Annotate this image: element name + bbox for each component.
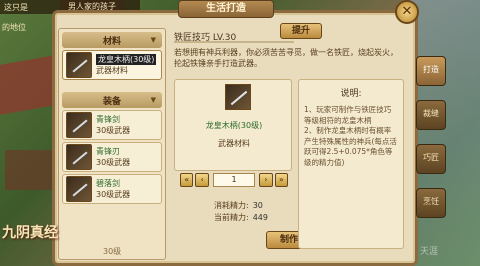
energy-current: 当前精力: 449 [214,212,268,223]
section-header-materials[interactable]: 材料 ▼ [62,32,162,48]
skill-divider [174,41,294,43]
item-level: 武器材料 [96,66,128,75]
tab-label: 烹饪 [423,197,439,206]
hud-left-text: 这只是 [4,3,28,12]
section-label: 材料 [102,36,121,47]
item-name: 青锋剑 [96,115,120,124]
window-title: 生活打造 [178,0,274,18]
tab-forging[interactable]: 打造 [416,56,446,86]
tab-craftsman[interactable]: 巧匠 [416,144,446,174]
first-button[interactable]: « [180,173,194,187]
scene-water [410,0,480,266]
selected-item-panel: 龙皇木柄(30级) 武器材料 [174,79,292,171]
scene-roof [5,150,53,190]
tab-tailoring[interactable]: 裁缝 [416,100,446,130]
increment-button[interactable]: › [259,173,273,187]
section-label: 装备 [102,96,121,107]
item-name: 青锋刃 [96,147,120,156]
item-level: 30级武器 [96,126,131,135]
quantity-stepper: « ‹ 1 › » [180,172,290,188]
list-item[interactable]: 碧落剑 30级武器 [62,174,162,204]
hud-left-sub: 的地位 [2,23,26,32]
notes-body: 1、玩家可制作与铁匠技巧等级相符的龙皇木柄 2、制作龙皇木柄时有概率产生特殊属性… [304,105,397,167]
item-level: 30级武器 [96,158,131,167]
watermark: 天涯 [420,247,439,257]
item-level: 30级武器 [96,190,131,199]
skill-description: 若想拥有神兵利器，你必须苦苦寻觅，做一名铁匠，烧起炭火，抡起铁锤亲手打造武器。 [174,48,398,68]
chevron-down-icon: ▼ [150,96,156,104]
close-button[interactable]: ✕ [395,0,419,24]
sword-hilt-icon [225,84,251,110]
last-button[interactable]: » [274,173,289,187]
list-more-label[interactable]: 30级 [103,246,121,257]
recipe-list: 材料 ▼ 龙皇木柄(30级) 武器材料 装备 ▼ 青锋剑 30级武器 青锋刃 3… [58,28,166,260]
chevron-down-icon: ▼ [150,36,156,44]
scene-roof [0,55,55,115]
sword-icon [66,144,92,170]
notes-title: 说明: [340,89,362,99]
energy-cost: 消耗精力: 30 [214,200,263,211]
list-item[interactable]: 青锋剑 30级武器 [62,110,162,140]
tab-label: 打造 [423,65,439,74]
item-name: 龙皇木柄(30级) [96,54,157,65]
section-header-equipment[interactable]: 装备 ▼ [62,92,162,108]
decrement-button[interactable]: ‹ [195,173,209,187]
energy-current-label: 当前精力: [214,213,249,222]
item-name: 碧落剑 [96,179,120,188]
tab-cooking[interactable]: 烹饪 [416,188,446,218]
energy-current-value: 449 [252,213,268,222]
quantity-input[interactable]: 1 [212,173,256,187]
upgrade-button[interactable]: 提升 [280,23,322,39]
list-item[interactable]: 青锋刃 30级武器 [62,142,162,172]
sword-icon [66,112,92,138]
energy-cost-value: 30 [252,201,263,210]
selected-item-title: 龙皇木柄(30级) [205,121,263,130]
sword-hilt-icon [66,52,92,78]
list-item[interactable]: 龙皇木柄(30级) 武器材料 [62,50,162,80]
selected-item-type: 武器材料 [218,139,250,148]
energy-cost-label: 消耗精力: [214,201,249,210]
game-logo: 九阴真经 [2,225,58,241]
notes-panel: 说明: 1、玩家可制作与铁匠技巧等级相符的龙皇木柄 2、制作龙皇木柄时有概率产生… [298,79,404,249]
tab-label: 巧匠 [423,153,439,162]
tab-label: 裁缝 [423,109,439,118]
sword-icon [66,176,92,202]
